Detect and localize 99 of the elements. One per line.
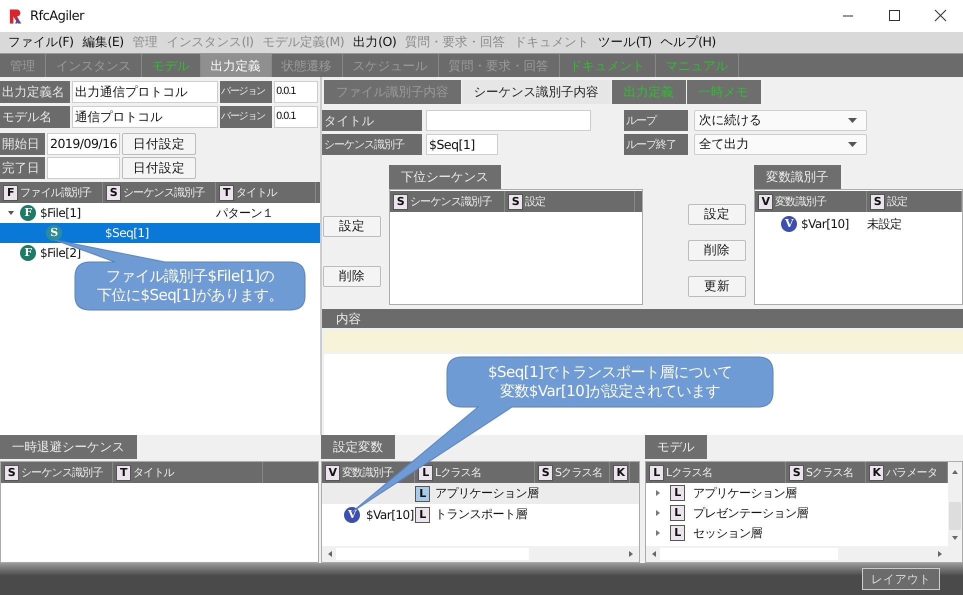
callout-text: ファイル識別子$File[1]の 下位に$Seq[1]があります。 xyxy=(96,267,284,305)
column-header: シーケンス識別子 xyxy=(410,194,492,209)
text-field[interactable]: 通信プロトコル xyxy=(72,106,218,128)
column-header: タイトル xyxy=(236,185,277,200)
date-field[interactable]: 2019/09/16 xyxy=(47,133,120,155)
tree-row[interactable]: F $File[2] xyxy=(0,243,320,263)
menu-item[interactable]: 編集(E) xyxy=(82,34,124,51)
tree-row[interactable]: F $File[1] パターン１ xyxy=(0,203,320,223)
letter-circle: S xyxy=(46,225,62,241)
letter-tag: K xyxy=(869,464,884,480)
field-label: ループ xyxy=(624,110,688,131)
letter-tag: L xyxy=(418,464,433,480)
field-label: タイトル xyxy=(322,110,422,131)
letter-tag: L xyxy=(670,485,685,501)
column-header: 変数識別子 xyxy=(775,194,826,209)
column-header: 設定 xyxy=(525,194,546,209)
letter-tag: K xyxy=(613,464,628,480)
text-field[interactable]: 0.0.1 xyxy=(274,106,318,128)
section-header: 内容 xyxy=(336,311,361,326)
field-label: ループ終了 xyxy=(624,134,688,155)
field-label: モデル名 xyxy=(0,106,70,128)
letter-tag: F xyxy=(3,184,18,200)
column-header: Lクラス名 xyxy=(666,465,712,480)
tree-item-text: セッション層 xyxy=(693,524,762,542)
column-header: シーケンス識別子 xyxy=(21,465,103,480)
letter-tag: S xyxy=(508,194,523,210)
text-field[interactable]: 出力通信プロトコル xyxy=(72,81,218,103)
date-button[interactable]: 日付設定 xyxy=(122,133,196,155)
column-header: ファイル識別子 xyxy=(20,185,92,200)
column-header: Sクラス名 xyxy=(806,465,853,480)
action-button[interactable]: 設定 xyxy=(688,204,746,225)
letter-tag: L xyxy=(415,486,430,502)
table-cell: トランスポート層 xyxy=(435,506,527,523)
tree-item-text: $Seq[1] xyxy=(105,226,149,240)
panel-tab[interactable]: 設定変数 xyxy=(321,435,395,459)
letter-circle: V xyxy=(781,216,797,232)
table-cell: アプリケーション層 xyxy=(435,485,538,502)
column-header: パラメータ xyxy=(886,465,938,480)
menu-item[interactable]: ヘルプ(H) xyxy=(660,34,716,51)
letter-circle: F xyxy=(20,245,36,261)
menu-item[interactable]: 出力(O) xyxy=(353,34,396,51)
column-header: タイトル xyxy=(133,465,174,480)
field-label: 開始日 xyxy=(0,133,45,155)
letter-tag: S xyxy=(106,184,121,200)
column-header: 設定 xyxy=(887,194,908,209)
dropdown[interactable]: 全て出力 xyxy=(694,134,867,155)
panel-tab[interactable]: 変数識別子 xyxy=(754,165,840,189)
table-row[interactable]: V $Var[10] L トランスポート層 xyxy=(322,504,639,525)
panel-tab[interactable]: モデル xyxy=(645,435,706,459)
menu-item[interactable]: ファイル(F) xyxy=(8,34,74,51)
tree-item-title: パターン１ xyxy=(216,204,274,222)
letter-circle: F xyxy=(20,205,36,221)
letter-circle: V xyxy=(344,506,360,522)
action-button[interactable]: 削除 xyxy=(688,240,746,261)
text-field[interactable]: 0.0.1 xyxy=(274,81,318,103)
letter-tag: L xyxy=(649,464,664,480)
letter-tag: S xyxy=(870,194,885,210)
text-field[interactable]: $Seq[1] xyxy=(426,134,498,155)
column-header: 変数識別子 xyxy=(342,465,394,480)
letter-tag: S xyxy=(393,194,408,210)
tree-item-text: プレゼンテーション層 xyxy=(693,504,808,522)
field-label: バージョン xyxy=(220,106,272,128)
letter-tag: L xyxy=(670,505,685,521)
window-title: RfcAgiler xyxy=(30,8,84,24)
tree-item-text: $File[2] xyxy=(40,246,81,260)
letter-tag: L xyxy=(415,506,430,522)
field-label: バージョン xyxy=(220,81,272,103)
tree-item-text: $File[1] xyxy=(40,206,81,220)
letter-tag: S xyxy=(4,464,19,480)
dropdown[interactable]: 次に続ける xyxy=(694,110,867,131)
date-button[interactable]: 日付設定 xyxy=(122,157,196,179)
table-cell: $Var[10] xyxy=(366,508,414,522)
letter-tag: V xyxy=(758,194,773,210)
menu-item[interactable]: ツール(T) xyxy=(598,34,652,51)
column-header: Lクラス名 xyxy=(435,465,482,480)
field-label: 完了日 xyxy=(0,157,45,179)
letter-tag: S xyxy=(789,464,804,480)
table-row[interactable]: L アプリケーション層 xyxy=(322,483,639,504)
letter-tag: T xyxy=(116,464,131,480)
panel-tab[interactable]: 一時退避シーケンス xyxy=(0,435,136,459)
panel-tab[interactable]: 下位シーケンス xyxy=(389,165,500,189)
action-button[interactable]: 設定 xyxy=(323,216,381,237)
column-header: Sクラス名 xyxy=(555,465,602,480)
field-label: 出力定義名 xyxy=(0,81,70,103)
action-button[interactable]: 更新 xyxy=(688,276,746,297)
tree-row[interactable]: S $Seq[1] xyxy=(0,223,320,243)
letter-tag: S xyxy=(538,464,553,480)
field-label: シーケンス識別子 xyxy=(322,134,422,155)
column-header: シーケンス識別子 xyxy=(123,185,205,200)
letter-tag: V xyxy=(325,464,340,480)
letter-tag: T xyxy=(219,184,234,200)
tab[interactable]: シーケンス識別子内容 xyxy=(462,80,610,104)
tree-item-text: アプリケーション層 xyxy=(693,484,796,502)
table-cell: $Var[10] xyxy=(801,217,849,231)
callout-text: $Seq[1]でトランスポート層について 変数$Var[10]が設定されています xyxy=(486,363,734,401)
layout-button[interactable]: レイアウト xyxy=(862,568,940,590)
table-cell: 未設定 xyxy=(867,216,902,232)
letter-tag: L xyxy=(670,525,685,541)
action-button[interactable]: 削除 xyxy=(323,266,381,287)
